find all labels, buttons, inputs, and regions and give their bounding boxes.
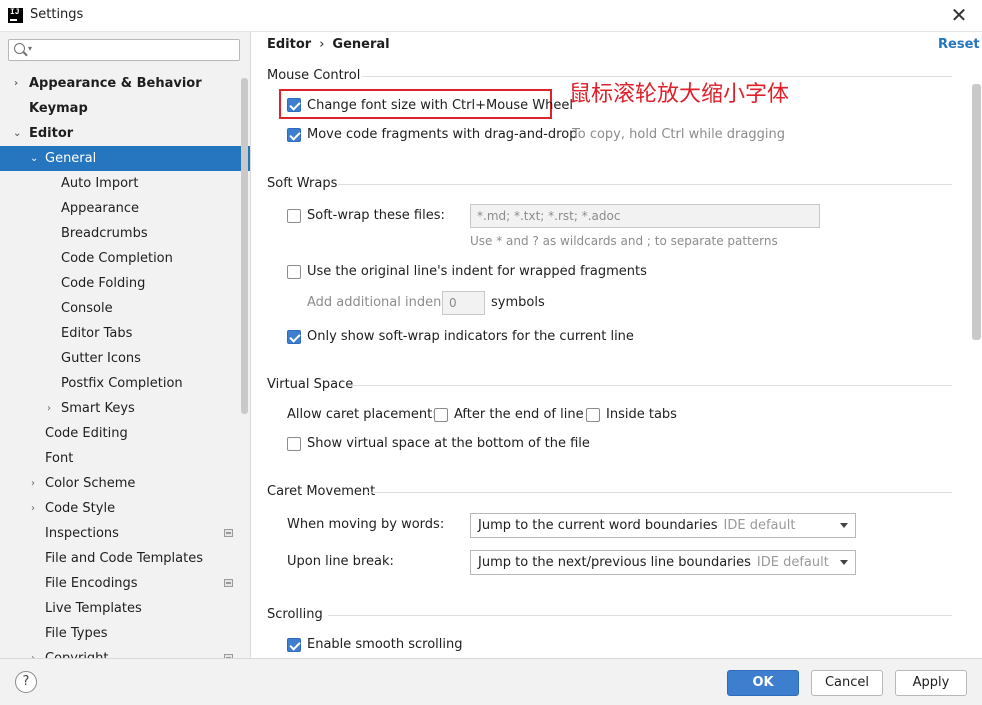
chevron-down-icon bbox=[840, 560, 848, 565]
intellij-logo-icon: IJ bbox=[8, 8, 23, 23]
moving-by-words-dropdown[interactable]: Jump to the current word boundaries IDE d… bbox=[470, 513, 856, 538]
sidebar-scrollbar[interactable] bbox=[241, 78, 248, 414]
section-virtual-space: Virtual Space bbox=[267, 377, 354, 392]
search-input[interactable]: ▾ bbox=[8, 39, 240, 61]
chevron-down-icon: ⌄ bbox=[13, 128, 22, 139]
project-settings-icon bbox=[224, 529, 233, 537]
line-break-dropdown[interactable]: Jump to the next/previous line boundarie… bbox=[470, 550, 856, 575]
soft-wrap-files-checkbox[interactable] bbox=[287, 209, 301, 223]
sidebar-item-file-encodings[interactable]: File Encodings bbox=[0, 571, 250, 596]
chevron-right-icon: › bbox=[31, 478, 35, 489]
window-title: Settings bbox=[30, 7, 84, 22]
section-divider bbox=[338, 184, 952, 185]
sidebar-item-file-types[interactable]: File Types bbox=[0, 621, 250, 646]
project-settings-icon bbox=[224, 579, 233, 587]
sidebar-item-color-scheme[interactable]: › Color Scheme bbox=[0, 471, 250, 496]
additional-indent-label: Add additional indent: bbox=[307, 295, 451, 310]
chevron-down-icon: ⌄ bbox=[30, 153, 39, 164]
soft-wrap-files-hint: Use * and ? as wildcards and ; to separa… bbox=[470, 234, 778, 248]
soft-wrap-files-label[interactable]: Soft-wrap these files: bbox=[307, 208, 445, 223]
help-icon[interactable]: ? bbox=[15, 671, 37, 693]
soft-wrap-files-input[interactable]: *.md; *.txt; *.rst; *.adoc bbox=[470, 204, 820, 228]
change-font-size-label[interactable]: Change font size with Ctrl+Mouse Wheel bbox=[307, 98, 573, 113]
sidebar-item-auto-import[interactable]: Auto Import bbox=[0, 171, 250, 196]
breadcrumb-separator: › bbox=[319, 37, 325, 52]
drag-drop-label[interactable]: Move code fragments with drag-and-drop bbox=[307, 127, 577, 142]
change-font-size-checkbox[interactable] bbox=[287, 98, 301, 112]
ok-button[interactable]: OK bbox=[727, 670, 799, 696]
chevron-down-icon bbox=[840, 523, 848, 528]
smooth-scrolling-checkbox[interactable] bbox=[287, 638, 301, 652]
symbols-label: symbols bbox=[491, 295, 545, 310]
sidebar-item-code-style[interactable]: › Code Style bbox=[0, 496, 250, 521]
search-icon bbox=[14, 43, 25, 54]
after-end-of-line-label[interactable]: After the end of line bbox=[454, 407, 584, 422]
sidebar-item-editor[interactable]: ⌄ Editor bbox=[0, 121, 250, 146]
drag-drop-hint: To copy, hold Ctrl while dragging bbox=[572, 127, 785, 142]
title-bar: IJ Settings ✕ bbox=[0, 0, 982, 32]
section-mouse-control: Mouse Control bbox=[267, 68, 361, 83]
after-end-of-line-checkbox[interactable] bbox=[434, 408, 448, 422]
section-divider bbox=[328, 615, 952, 616]
section-soft-wraps: Soft Wraps bbox=[267, 176, 338, 191]
sidebar-item-appearance-behavior[interactable]: › Appearance & Behavior bbox=[0, 71, 250, 96]
chevron-right-icon: › bbox=[47, 403, 51, 414]
section-caret-movement: Caret Movement bbox=[267, 484, 376, 499]
sidebar-item-live-templates[interactable]: Live Templates bbox=[0, 596, 250, 621]
dialog-button-bar: ? OK Cancel Apply bbox=[0, 658, 982, 705]
close-icon[interactable]: ✕ bbox=[946, 2, 972, 28]
settings-main-panel: Editor › General Reset Mouse Control 鼠标滚轮放… bbox=[251, 32, 982, 658]
original-indent-label[interactable]: Use the original line's indent for wrapp… bbox=[307, 264, 647, 279]
sidebar-item-general[interactable]: ⌄ General bbox=[0, 146, 250, 171]
main-scrollbar[interactable] bbox=[972, 84, 981, 340]
sidebar-item-file-code-templates[interactable]: File and Code Templates bbox=[0, 546, 250, 571]
sidebar-item-appearance[interactable]: Appearance bbox=[0, 196, 250, 221]
sidebar-item-code-completion[interactable]: Code Completion bbox=[0, 246, 250, 271]
chevron-right-icon: › bbox=[31, 503, 35, 514]
sidebar-item-console[interactable]: Console bbox=[0, 296, 250, 321]
moving-by-words-label: When moving by words: bbox=[287, 517, 445, 532]
section-scrolling: Scrolling bbox=[267, 607, 323, 622]
line-break-label: Upon line break: bbox=[287, 554, 394, 569]
sidebar-item-code-folding[interactable]: Code Folding bbox=[0, 271, 250, 296]
show-virtual-space-label[interactable]: Show virtual space at the bottom of the … bbox=[307, 436, 590, 451]
smooth-scrolling-label[interactable]: Enable smooth scrolling bbox=[307, 637, 463, 652]
sidebar-item-keymap[interactable]: Keymap bbox=[0, 96, 250, 121]
sidebar-item-code-editing[interactable]: Code Editing bbox=[0, 421, 250, 446]
sidebar-item-smart-keys[interactable]: › Smart Keys bbox=[0, 396, 250, 421]
sidebar-item-inspections[interactable]: Inspections bbox=[0, 521, 250, 546]
breadcrumb-editor[interactable]: Editor bbox=[267, 37, 311, 52]
only-current-line-checkbox[interactable] bbox=[287, 330, 301, 344]
breadcrumb-general: General bbox=[332, 37, 390, 52]
original-indent-checkbox[interactable] bbox=[287, 265, 301, 279]
apply-button[interactable]: Apply bbox=[895, 670, 967, 696]
sidebar-item-gutter-icons[interactable]: Gutter Icons bbox=[0, 346, 250, 371]
annotation-text: 鼠标滚轮放大缩小字体 bbox=[569, 82, 790, 107]
chevron-right-icon: › bbox=[31, 646, 35, 658]
breadcrumb: Editor › General bbox=[267, 37, 390, 52]
cancel-button[interactable]: Cancel bbox=[811, 670, 883, 696]
chevron-down-icon: ▾ bbox=[28, 44, 33, 53]
sidebar-item-copyright[interactable]: › Copyright bbox=[0, 646, 250, 658]
section-divider bbox=[368, 492, 952, 493]
drag-drop-checkbox[interactable] bbox=[287, 128, 301, 142]
inside-tabs-label[interactable]: Inside tabs bbox=[606, 407, 677, 422]
sidebar-item-breadcrumbs[interactable]: Breadcrumbs bbox=[0, 221, 250, 246]
section-divider bbox=[349, 385, 952, 386]
reset-link[interactable]: Reset bbox=[938, 37, 980, 52]
sidebar-item-font[interactable]: Font bbox=[0, 446, 250, 471]
settings-sidebar: ▾ › Appearance & Behavior Keymap ⌄ Edito… bbox=[0, 32, 251, 658]
caret-placement-label: Allow caret placement: bbox=[287, 407, 437, 422]
show-virtual-space-checkbox[interactable] bbox=[287, 437, 301, 451]
additional-indent-input[interactable]: 0 bbox=[442, 291, 485, 315]
only-current-line-label[interactable]: Only show soft-wrap indicators for the c… bbox=[307, 329, 634, 344]
inside-tabs-checkbox[interactable] bbox=[586, 408, 600, 422]
sidebar-item-postfix-completion[interactable]: Postfix Completion bbox=[0, 371, 250, 396]
sidebar-item-editor-tabs[interactable]: Editor Tabs bbox=[0, 321, 250, 346]
chevron-right-icon: › bbox=[14, 78, 19, 89]
